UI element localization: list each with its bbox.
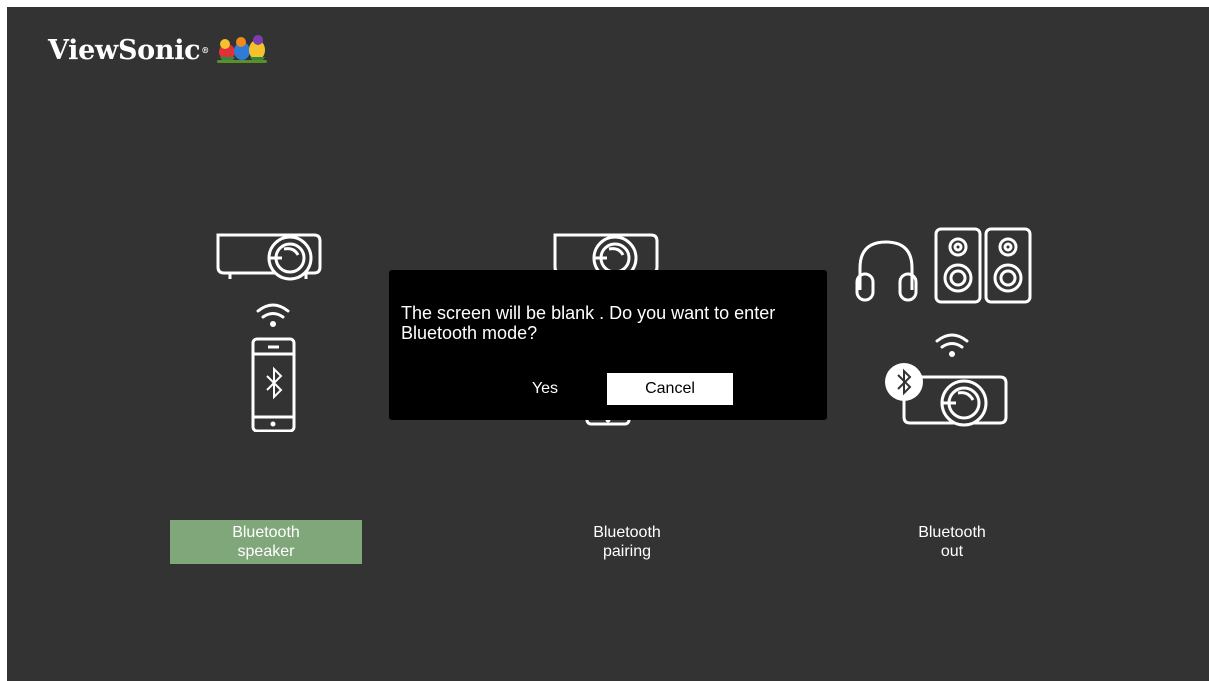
speakers-icon bbox=[934, 227, 1032, 304]
brand-name: ViewSonic bbox=[48, 34, 201, 66]
option-line2: pairing bbox=[602, 543, 651, 560]
option-line2: speaker bbox=[237, 543, 295, 560]
headphones-icon bbox=[855, 240, 918, 302]
yes-button[interactable]: Yes bbox=[482, 373, 608, 405]
option-bluetooth-pairing[interactable]: Bluetooth pairing bbox=[531, 520, 723, 564]
bluetooth-out-illustration bbox=[855, 227, 1032, 427]
option-line2: out bbox=[940, 543, 964, 560]
projector-icon bbox=[216, 233, 322, 281]
viewsonic-logo: ViewSonic ® bbox=[48, 33, 269, 67]
option-bluetooth-speaker[interactable]: Bluetooth speaker bbox=[170, 520, 362, 564]
option-line1: Bluetooth bbox=[918, 524, 986, 541]
wifi-icon bbox=[935, 333, 969, 357]
smartphone-icon bbox=[251, 337, 296, 432]
option-bluetooth-out[interactable]: Bluetooth out bbox=[856, 520, 1048, 564]
option-line1: Bluetooth bbox=[593, 524, 661, 541]
option-line1: Bluetooth bbox=[232, 524, 300, 541]
cancel-button[interactable]: Cancel bbox=[607, 373, 733, 405]
registered-mark: ® bbox=[201, 45, 209, 55]
bluetooth-mode-screen: ViewSonic ® Bluetooth speaker Bluetooth … bbox=[7, 7, 1209, 681]
bluetooth-confirm-dialog: The screen will be blank . Do you want t… bbox=[389, 270, 827, 420]
bluetooth-icon bbox=[266, 366, 283, 400]
bluetooth-speaker-illustration bbox=[216, 233, 322, 432]
dialog-message: The screen will be blank . Do you want t… bbox=[401, 303, 776, 343]
wifi-icon bbox=[256, 303, 290, 327]
birds-logo-icon bbox=[217, 35, 267, 63]
bluetooth-icon bbox=[885, 363, 923, 401]
